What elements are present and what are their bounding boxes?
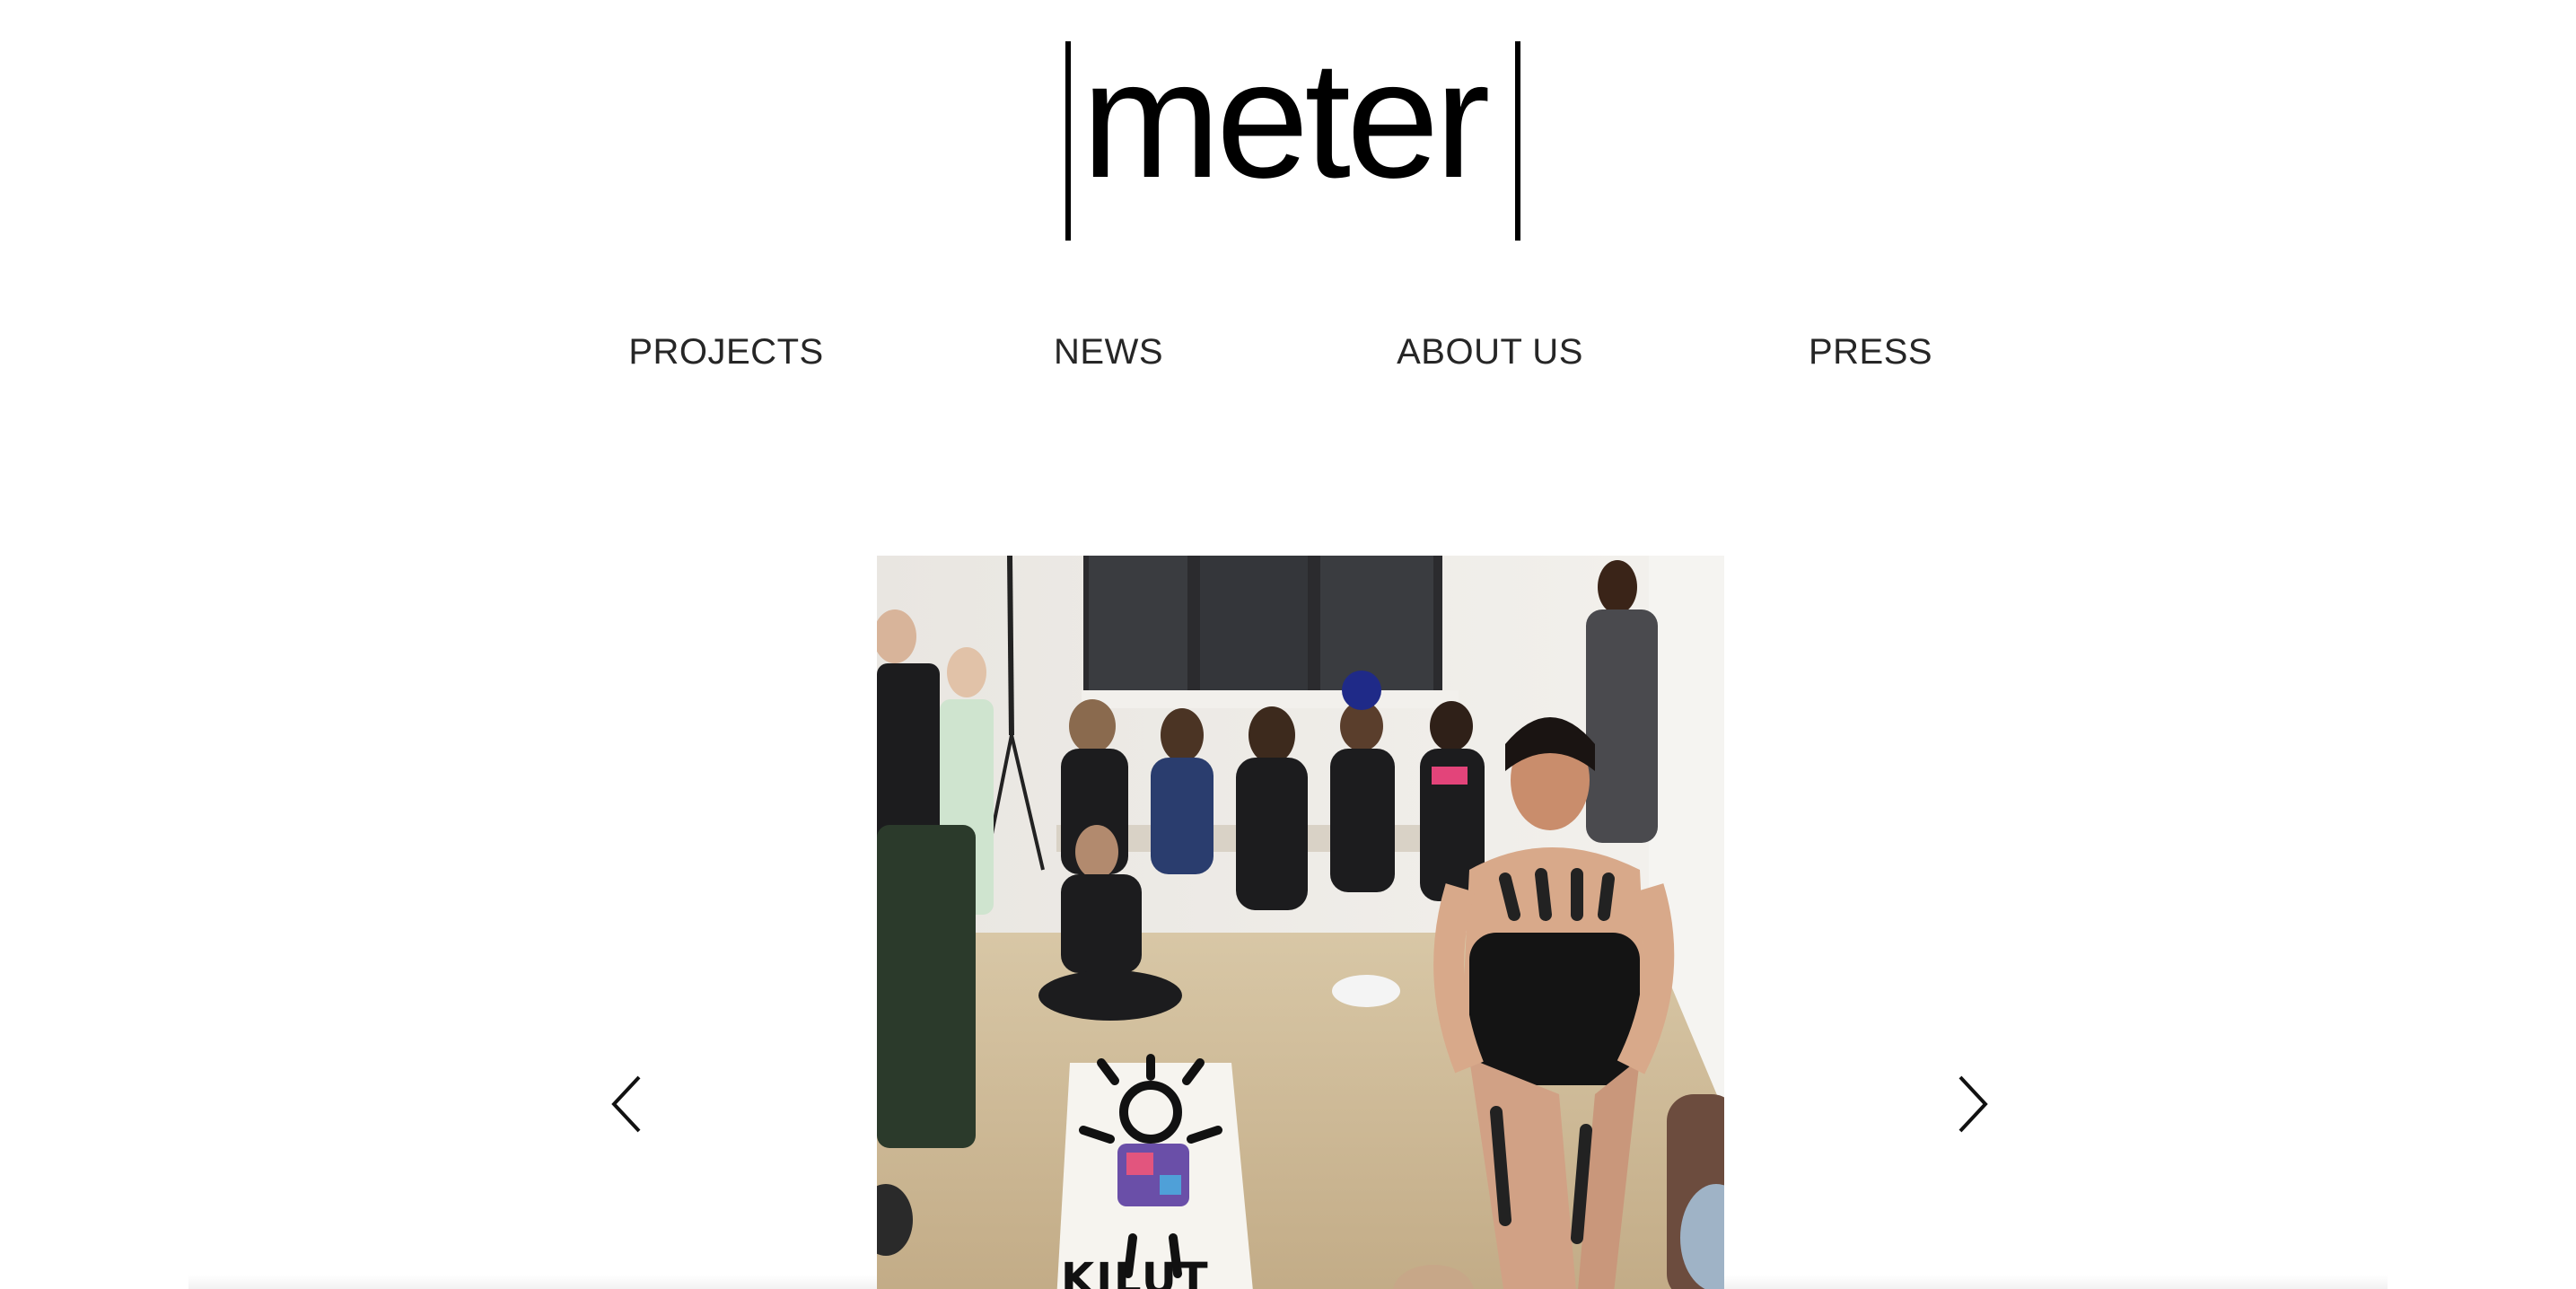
slider-image: KILUT bbox=[877, 556, 1724, 1289]
paper-sign-text: KILUT bbox=[1061, 1254, 1210, 1289]
nav-item-projects[interactable]: PROJECTS bbox=[628, 325, 823, 379]
logo-left-bar bbox=[1065, 41, 1071, 241]
main-nav: PROJECTS NEWS ABOUT US PRESS bbox=[0, 325, 2576, 379]
nav-item-press[interactable]: PRESS bbox=[1809, 325, 1932, 379]
slider-prev-button[interactable] bbox=[601, 1068, 655, 1140]
logo-text: meter bbox=[1082, 27, 1490, 213]
page: meter PROJECTS NEWS ABOUT US PRESS KILUT bbox=[0, 0, 2576, 1289]
nav-item-news[interactable]: NEWS bbox=[1054, 325, 1163, 379]
chevron-right-icon bbox=[1958, 1075, 1988, 1133]
performance-photo: KILUT bbox=[877, 556, 1724, 1289]
nav-item-about-us[interactable]: ABOUT US bbox=[1397, 325, 1583, 379]
slider-next-button[interactable] bbox=[1944, 1068, 1998, 1140]
site-logo[interactable]: meter bbox=[1062, 27, 1529, 244]
logo-right-bar bbox=[1515, 41, 1520, 241]
chevron-left-icon bbox=[611, 1075, 641, 1133]
